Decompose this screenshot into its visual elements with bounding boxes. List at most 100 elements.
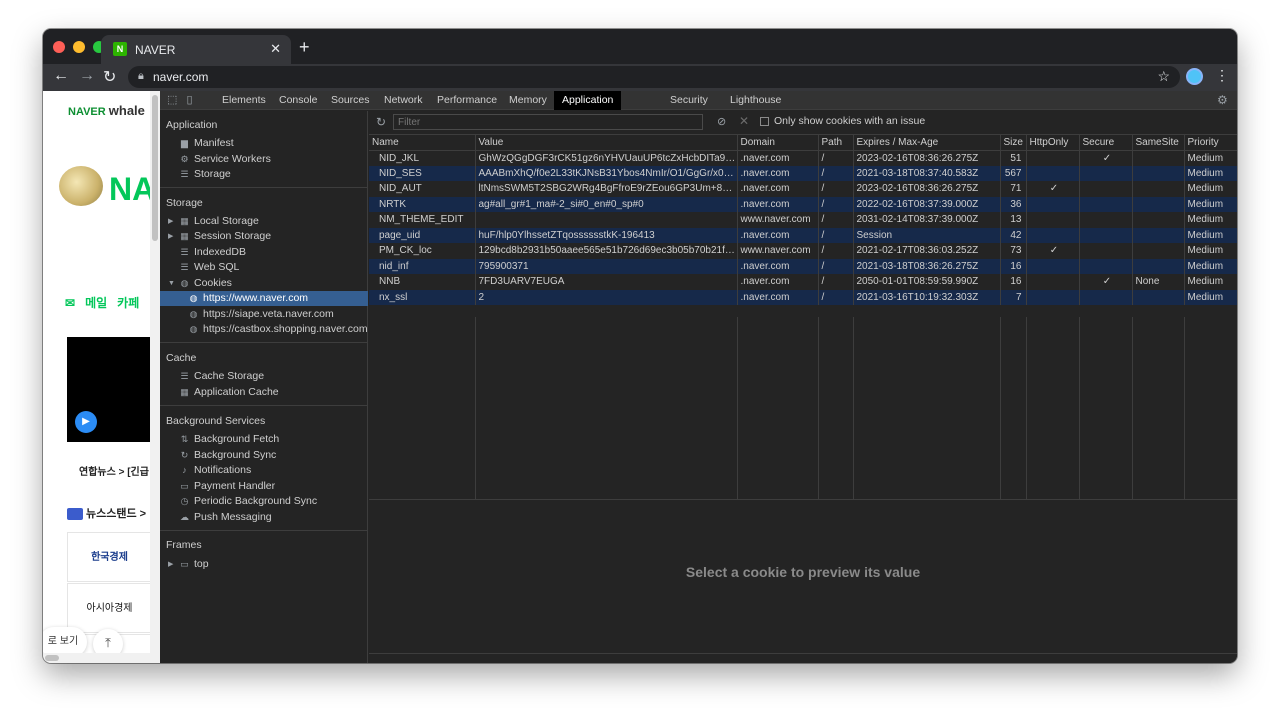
cell: /: [818, 289, 854, 305]
clear-all-cookies-icon[interactable]: ⊘: [717, 115, 726, 128]
profile-avatar[interactable]: [1186, 68, 1203, 85]
new-tab-icon[interactable]: +: [299, 37, 310, 58]
newsstand-link[interactable]: 뉴스스탠드 >: [67, 505, 146, 521]
column-header[interactable]: Name: [369, 135, 476, 151]
whale-logo-image[interactable]: [59, 166, 103, 206]
sidebar-item-storage[interactable]: ☰ Storage: [179, 167, 230, 182]
expand-arrow-icon[interactable]: ▶: [168, 229, 173, 244]
column-header[interactable]: Priority: [1184, 135, 1237, 151]
table-row[interactable]: NID_AUT ltNmsSWM5T2SBG2WRg4BgFfroE9rZEou6…: [369, 181, 1237, 197]
expand-arrow-icon[interactable]: ▶: [168, 214, 173, 229]
naver-whale-brand[interactable]: NAVER whale: [68, 103, 145, 118]
tab-console[interactable]: Console: [271, 91, 326, 110]
video-banner[interactable]: ▶: [67, 337, 150, 442]
table-row[interactable]: PM_CK_loc 129bcd8b2931b50aaee565e51b726d6…: [369, 243, 1237, 259]
cell: 2023-02-16T08:36:26.275Z: [853, 181, 1001, 197]
sidebar-item-local-storage[interactable]: ▶ ▦ Local Storage: [168, 214, 259, 229]
filter-input[interactable]: [393, 114, 703, 130]
database-icon: ☰: [180, 169, 189, 179]
settings-gear-icon[interactable]: ⚙: [1217, 93, 1228, 107]
cell: 73: [1000, 243, 1027, 259]
refresh-icon[interactable]: ↻: [376, 115, 386, 129]
table-row[interactable]: NNB 7FD3UARV7EUGA .naver.com/2050-01-01T08…: [369, 274, 1237, 290]
address-bar[interactable]: 🔒︎ naver.com ☆: [128, 66, 1180, 88]
sidebar-item-notifications[interactable]: ♪ Notifications: [179, 463, 251, 478]
table-row[interactable]: NID_SES AAABmXhQ/f0e2L33tKJNsB31Ybos4NmIr…: [369, 165, 1237, 181]
column-header[interactable]: Secure: [1079, 135, 1133, 151]
sidebar-item-periodic-background-sync[interactable]: ◷ Periodic Background Sync: [179, 494, 318, 509]
cell: 36: [1000, 196, 1027, 212]
column-header[interactable]: SameSite: [1132, 135, 1185, 151]
table-row[interactable]: nx_ssl 2 .naver.com/2021-03-16T10:19:32.30…: [369, 289, 1237, 305]
sidebar-item-cookies[interactable]: ▼ ◍ Cookies: [168, 276, 232, 291]
sidebar-item-cookie-origin[interactable]: ◍ https://castbox.shopping.naver.com: [188, 322, 368, 337]
browser-menu-icon[interactable]: ⋮: [1215, 67, 1229, 84]
close-window-button[interactable]: [53, 41, 65, 53]
only-issue-checkbox[interactable]: [760, 117, 769, 126]
column-header[interactable]: Size: [1000, 135, 1027, 151]
inspect-element-icon[interactable]: ⬚: [167, 94, 177, 106]
column-header[interactable]: Path: [818, 135, 854, 151]
sidebar-item-label: https://castbox.shopping.naver.com: [203, 323, 368, 335]
mail-link[interactable]: 메일: [85, 296, 107, 310]
cell: Medium: [1184, 227, 1237, 243]
page-scroll-thumb[interactable]: [152, 95, 158, 241]
column-header[interactable]: Domain: [737, 135, 819, 151]
expand-arrow-icon[interactable]: ▶: [168, 557, 173, 572]
tab-security[interactable]: Security: [662, 91, 716, 110]
sidebar-item-service-workers[interactable]: ⚙ Service Workers: [179, 152, 270, 167]
tab-network[interactable]: Network: [376, 91, 431, 110]
tab-lighthouse[interactable]: Lighthouse: [722, 91, 789, 110]
column-header[interactable]: HttpOnly: [1026, 135, 1080, 151]
paper-logo[interactable]: 한국경제: [67, 532, 151, 582]
sidebar-item-cookie-origin[interactable]: ◍ https://siape.veta.naver.com: [188, 307, 334, 322]
back-icon[interactable]: ←: [53, 67, 69, 85]
sidebar-item-push-messaging[interactable]: ☁ Push Messaging: [179, 510, 272, 525]
sidebar-item-background-sync[interactable]: ↻ Background Sync: [179, 448, 277, 463]
mail-icon[interactable]: ✉: [65, 296, 75, 310]
sidebar-item-payment-handler[interactable]: ▭ Payment Handler: [179, 479, 275, 494]
table-row[interactable]: NID_JKL GhWzQGgDGF3rCK51gz6nYHVUauUP6tcZx…: [369, 150, 1237, 166]
cell: NID_SES: [369, 165, 476, 181]
play-icon[interactable]: ▶: [75, 411, 97, 433]
cell: [1026, 274, 1080, 290]
sidebar-item-frame-top[interactable]: ▶ ▭ top: [168, 557, 209, 572]
news-headline[interactable]: 연합뉴스 > [긴급: [79, 463, 149, 478]
cafe-link[interactable]: 카페: [117, 296, 139, 310]
device-toolbar-icon[interactable]: ▯: [186, 94, 192, 106]
tab-elements[interactable]: Elements: [214, 91, 274, 110]
horizontal-scroll-thumb[interactable]: [45, 655, 59, 661]
grid-icon: ▦: [180, 387, 189, 397]
table-row[interactable]: NRTK ag#all_gr#1_ma#-2_si#0_en#0_sp#0 .nav…: [369, 196, 1237, 212]
tab-application[interactable]: Application: [554, 91, 622, 110]
naver-logo[interactable]: NA: [109, 171, 155, 208]
sidebar-item-background-fetch[interactable]: ⇅ Background Fetch: [179, 432, 280, 447]
table-row[interactable]: NM_THEME_EDIT www.naver.com/2031-02-14T08…: [369, 212, 1237, 228]
tab-performance[interactable]: Performance: [429, 91, 505, 110]
close-tab-icon[interactable]: ✕: [270, 41, 281, 57]
sidebar-item-application-cache[interactable]: ▦ Application Cache: [179, 385, 278, 400]
tab-memory[interactable]: Memory: [501, 91, 555, 110]
column-header[interactable]: Value: [475, 135, 738, 151]
sidebar-item-indexeddb[interactable]: ☰ IndexedDB: [179, 245, 246, 260]
table-row[interactable]: nid_inf 795900371 .naver.com/2021-03-18T08…: [369, 258, 1237, 274]
sidebar-item-cache-storage[interactable]: ☰ Cache Storage: [179, 369, 264, 384]
tab-sources[interactable]: Sources: [323, 91, 378, 110]
forward-icon[interactable]: →: [79, 67, 95, 85]
sidebar-item-session-storage[interactable]: ▶ ▦ Session Storage: [168, 229, 271, 244]
brand-name: whale: [108, 103, 145, 118]
horizontal-scrollbar[interactable]: [43, 653, 150, 663]
collapse-arrow-icon[interactable]: ▼: [168, 276, 175, 291]
table-row[interactable]: page_uid huF/hlp0YlhssetZTqosssssstkK-196…: [369, 227, 1237, 243]
sidebar-item-cookie-origin[interactable]: ◍ https://www.naver.com: [188, 291, 308, 306]
sidebar-item-web-sql[interactable]: ☰ Web SQL: [179, 260, 239, 275]
delete-selected-icon[interactable]: ✕: [739, 114, 749, 128]
sidebar-item-manifest[interactable]: ▆ Manifest: [179, 136, 234, 151]
minimize-window-button[interactable]: [73, 41, 85, 53]
browser-tab[interactable]: N NAVER ✕: [101, 35, 291, 64]
reload-icon[interactable]: ↻: [103, 67, 116, 87]
column-header[interactable]: Expires / Max-Age: [853, 135, 1001, 151]
bookmark-star-icon[interactable]: ☆: [1157, 68, 1170, 85]
column-divider: [1026, 317, 1027, 500]
paper-logo[interactable]: 아시아경제: [67, 583, 151, 633]
